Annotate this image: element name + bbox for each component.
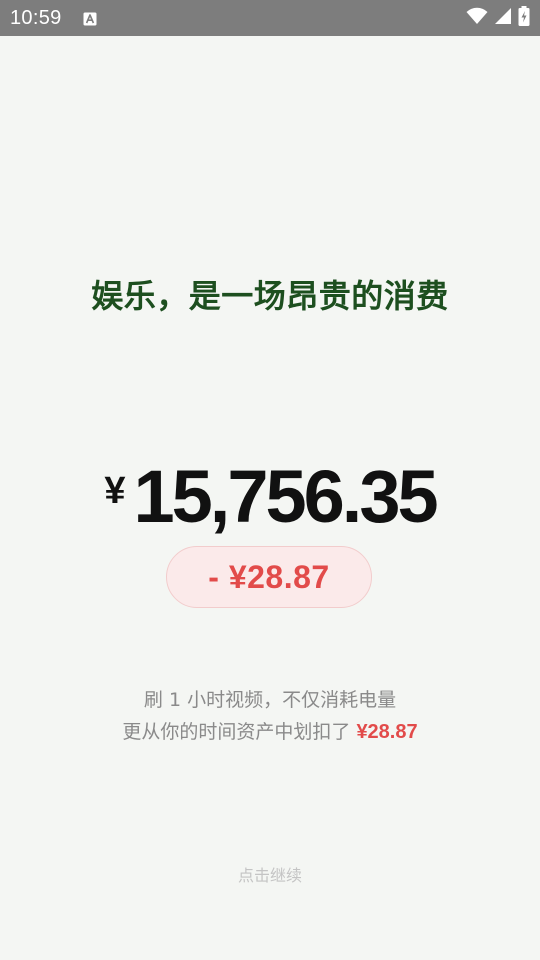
signal-icon [494,7,512,29]
balance-currency: ¥ [104,469,126,512]
balance-value: 15,756.35 [133,455,438,538]
status-icons [466,6,530,30]
notification-a-icon [83,11,97,26]
deducted-amount: ¥28.87 [356,721,418,743]
description-line-1: 刷 1 小时视频，不仅消耗电量 [143,689,397,711]
continue-button[interactable]: 点击继续 [0,864,540,888]
description-line-2-text: 更从你的时间资产中划扣了 [122,721,357,743]
description: 刷 1 小时视频，不仅消耗电量 更从你的时间资产中划扣了 ¥28.87 [0,684,540,748]
battery-charging-icon [518,6,530,30]
wifi-icon [466,7,488,29]
status-bar: 10:59 [0,0,540,36]
status-time: 10:59 [10,7,62,29]
description-line-2: 更从你的时间资产中划扣了 ¥28.87 [0,716,540,748]
headline: 娱乐，是一场昂贵的消费 [91,277,449,315]
cost-badge: - ¥28.87 [166,546,372,608]
balance-display: ¥15,756.35 [0,452,540,542]
